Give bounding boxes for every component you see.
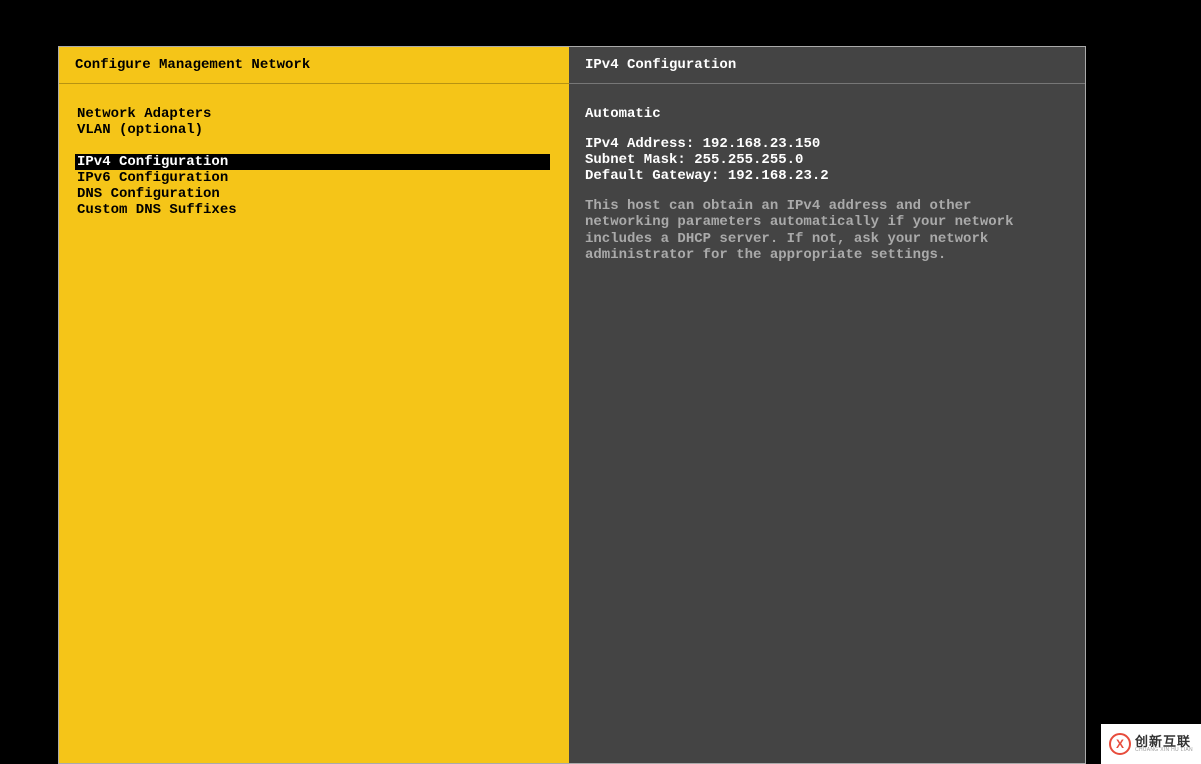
watermark-en: CHUANG XIN HU LIAN [1135,748,1193,753]
menu-group-config: IPv4 Configuration IPv6 Configuration DN… [75,154,553,218]
right-panel-title: IPv4 Configuration [569,47,1085,84]
watermark-logo-icon: X [1109,733,1131,755]
config-mode: Automatic [585,106,1069,122]
console-frame: Configure Management Network Network Ada… [58,46,1086,764]
menu-group-network: Network Adapters VLAN (optional) [75,106,553,138]
subnet-mask-label: Subnet Mask: [585,152,694,168]
watermark: X 创新互联 CHUANG XIN HU LIAN [1101,724,1201,764]
subnet-mask-value: 255.255.255.0 [694,152,803,168]
watermark-text: 创新互联 CHUANG XIN HU LIAN [1135,735,1193,753]
left-menu: Network Adapters VLAN (optional) IPv4 Co… [59,84,569,251]
left-panel-title: Configure Management Network [59,47,569,84]
ipv4-address-row: IPv4 Address: 192.168.23.150 [585,136,1069,152]
right-panel-body: Automatic IPv4 Address: 192.168.23.150 S… [569,84,1085,279]
gateway-label: Default Gateway: [585,168,728,184]
ipv4-address-value: 192.168.23.150 [703,136,821,152]
menu-item-custom-dns[interactable]: Custom DNS Suffixes [75,202,553,218]
ipv4-address-label: IPv4 Address: [585,136,703,152]
menu-item-vlan[interactable]: VLAN (optional) [75,122,553,138]
right-panel: IPv4 Configuration Automatic IPv4 Addres… [569,47,1085,763]
menu-item-ipv4-config[interactable]: IPv4 Configuration [75,154,550,170]
menu-item-dns-config[interactable]: DNS Configuration [75,186,553,202]
gateway-row: Default Gateway: 192.168.23.2 [585,168,1069,184]
subnet-mask-row: Subnet Mask: 255.255.255.0 [585,152,1069,168]
gateway-value: 192.168.23.2 [728,168,829,184]
config-description: This host can obtain an IPv4 address and… [585,198,1055,262]
left-panel: Configure Management Network Network Ada… [59,47,569,763]
menu-item-ipv6-config[interactable]: IPv6 Configuration [75,170,553,186]
menu-item-network-adapters[interactable]: Network Adapters [75,106,553,122]
